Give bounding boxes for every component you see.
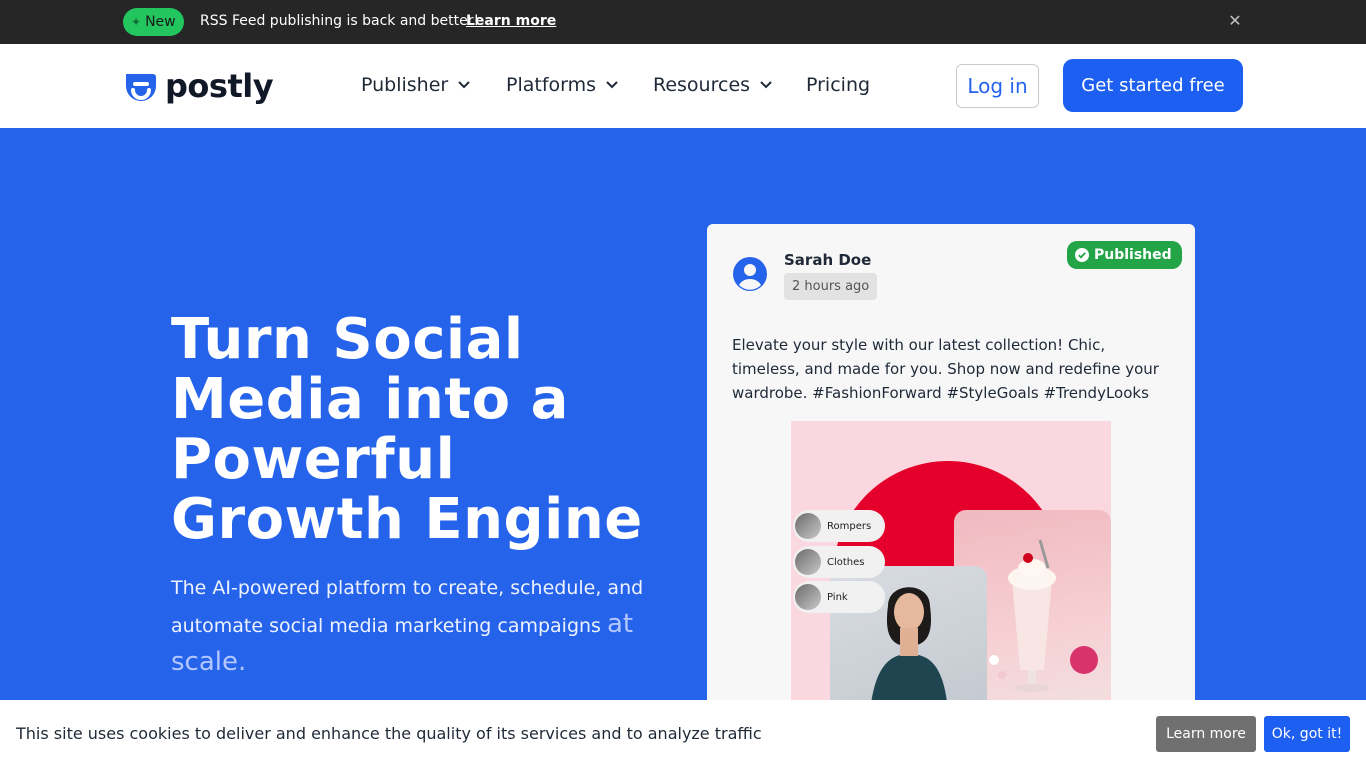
cookie-text: This site uses cookies to deliver and en…	[16, 724, 762, 743]
logo[interactable]: postly	[123, 67, 274, 105]
close-icon[interactable]: ✕	[1226, 12, 1244, 30]
post-author: Sarah Doe	[784, 251, 872, 269]
nav-item-label: Resources	[653, 74, 751, 96]
image-tag-label: Rompers	[827, 520, 872, 532]
postly-logo-icon	[126, 74, 156, 101]
chevron-down-icon	[606, 81, 618, 89]
image-tag-chip: Rompers	[793, 510, 885, 542]
nav-item-publisher[interactable]: Publisher	[361, 74, 470, 96]
get-started-button[interactable]: Get started free	[1063, 59, 1243, 112]
image-tag-label: Clothes	[827, 556, 865, 568]
logo-text: postly	[165, 67, 274, 105]
nav-item-pricing[interactable]: Pricing	[806, 74, 870, 96]
new-badge-label: New	[145, 14, 176, 30]
nav-item-platforms[interactable]: Platforms	[506, 74, 618, 96]
hero-subtitle: The AI-powered platform to create, sched…	[171, 570, 651, 682]
sparkle-icon: ✦	[131, 15, 142, 29]
published-label: Published	[1094, 247, 1172, 263]
post-text: Elevate your style with our latest colle…	[732, 336, 1159, 402]
cookie-banner: This site uses cookies to deliver and en…	[0, 700, 1366, 768]
post-time: 2 hours ago	[784, 273, 878, 300]
tag-thumbnail	[795, 584, 821, 610]
chevron-down-icon	[458, 81, 470, 89]
image-tag-chip: Clothes	[793, 546, 885, 578]
top-navigation: postly Publisher Platforms Resources Pri…	[0, 44, 1366, 128]
nav-item-label: Platforms	[506, 74, 597, 96]
chevron-down-icon	[760, 81, 772, 89]
nav-item-label: Publisher	[361, 74, 449, 96]
hero-subtitle-text: The AI-powered platform to create, sched…	[171, 577, 644, 637]
image-tag-chip: Pink	[793, 581, 885, 613]
post-image: Rompers Clothes Pink	[791, 421, 1111, 711]
hero-title: Turn Social Media into a Powerful Growth…	[171, 307, 643, 552]
announcement-text: RSS Feed publishing is back and better!	[200, 13, 480, 29]
post-preview-card: Sarah Doe 2 hours ago Published Elevate …	[707, 224, 1195, 744]
published-badge: Published	[1067, 241, 1182, 269]
nav-item-label: Pricing	[806, 74, 871, 96]
new-badge: ✦ New	[123, 8, 184, 36]
tag-thumbnail	[795, 513, 821, 539]
tag-thumbnail	[795, 549, 821, 575]
cookie-accept-button[interactable]: Ok, got it!	[1264, 716, 1350, 752]
nav-item-resources[interactable]: Resources	[653, 74, 772, 96]
check-circle-icon	[1075, 248, 1089, 262]
login-button[interactable]: Log in	[956, 64, 1039, 108]
announcement-learn-more-link[interactable]: Learn more	[466, 13, 556, 29]
user-avatar-icon	[733, 257, 767, 291]
image-tag-label: Pink	[827, 591, 848, 603]
announcement-bar: ✦ New RSS Feed publishing is back and be…	[0, 0, 1366, 44]
cookie-learn-more-button[interactable]: Learn more	[1156, 716, 1256, 752]
